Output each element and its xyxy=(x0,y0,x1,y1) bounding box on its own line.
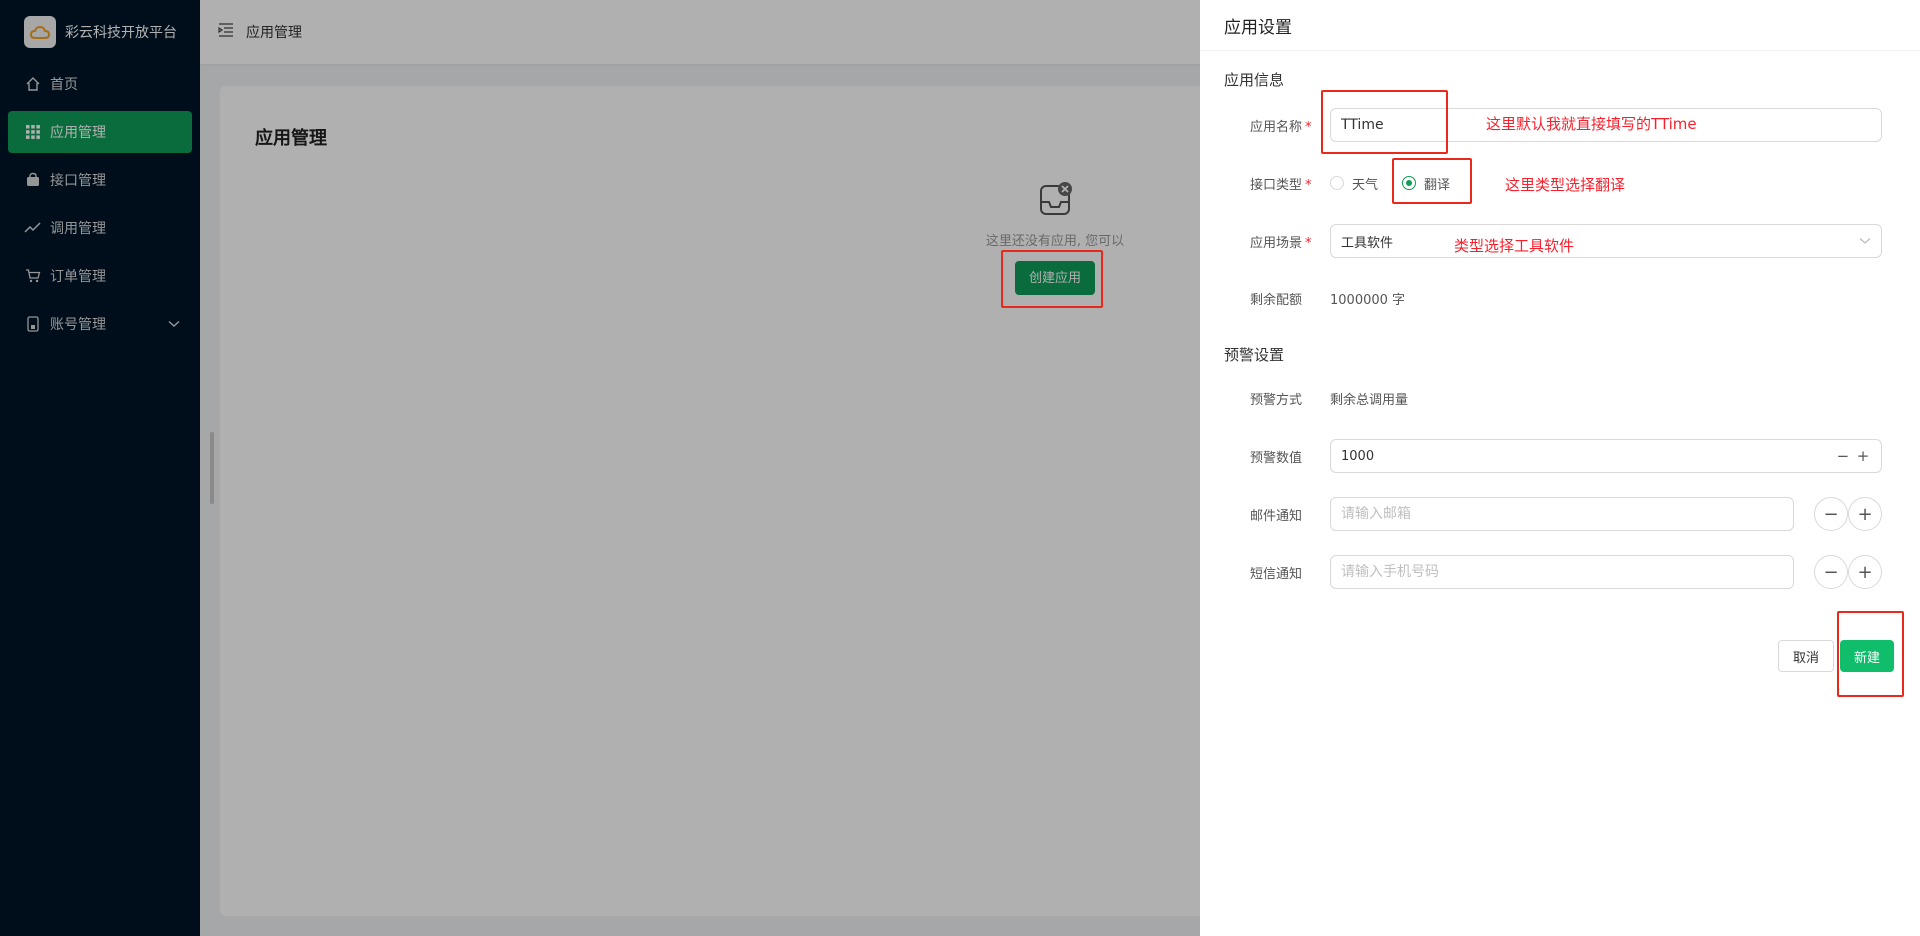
sms-field[interactable] xyxy=(1330,555,1794,589)
sms-row: 短信通知 − + xyxy=(1224,555,1896,589)
annotation-box-type xyxy=(1392,158,1472,204)
email-input[interactable] xyxy=(1341,506,1783,522)
radio-weather[interactable]: 天气 xyxy=(1330,174,1378,193)
cancel-button[interactable]: 取消 xyxy=(1778,640,1835,672)
quota-row: 剩余配额 1000000 字 xyxy=(1224,281,1896,315)
app-name-label: 应用名称 * xyxy=(1250,119,1312,135)
app-scene-label: 应用场景 * xyxy=(1250,235,1312,251)
section-app-info: 应用信息 xyxy=(1224,71,1285,89)
alert-threshold-value: 1000 xyxy=(1341,448,1375,464)
annotation-box-name xyxy=(1321,90,1448,154)
resize-handle[interactable] xyxy=(210,432,214,504)
sms-remove-button[interactable]: − xyxy=(1814,555,1848,589)
annotation-box-create xyxy=(1001,250,1103,308)
sms-label: 短信通知 xyxy=(1250,566,1303,582)
email-label: 邮件通知 xyxy=(1250,508,1303,524)
api-type-label: 接口类型 * xyxy=(1250,177,1312,193)
email-add-button[interactable]: + xyxy=(1848,497,1882,531)
annotation-box-submit xyxy=(1837,611,1904,697)
email-remove-button[interactable]: − xyxy=(1814,497,1848,531)
settings-drawer: 应用设置 应用信息 应用名称* 接口类型* 天气 翻译 应用场景* 工具软件 剩… xyxy=(1200,0,1920,936)
plus-icon[interactable]: + xyxy=(1855,447,1871,465)
sms-add-button[interactable]: + xyxy=(1848,555,1882,589)
quota-label: 剩余配额 xyxy=(1250,292,1303,308)
app-scene-value: 工具软件 xyxy=(1341,235,1394,251)
section-alert: 预警设置 xyxy=(1224,346,1285,364)
email-field[interactable] xyxy=(1330,497,1794,531)
app-scene-select[interactable]: 工具软件 xyxy=(1330,224,1882,258)
modal-overlay[interactable] xyxy=(0,0,1200,936)
alert-threshold-row: 预警数值 1000 − + xyxy=(1224,439,1896,473)
chevron-down-icon xyxy=(1859,234,1871,249)
drawer-title: 应用设置 xyxy=(1200,0,1920,51)
alert-threshold-stepper[interactable]: 1000 − + xyxy=(1330,439,1882,473)
alert-mode-value: 剩余总调用量 xyxy=(1330,392,1409,408)
minus-icon[interactable]: − xyxy=(1835,447,1851,465)
annotation-name-note: 这里默认我就直接填写的TTime xyxy=(1486,115,1697,133)
annotation-type-note: 这里类型选择翻译 xyxy=(1505,176,1626,194)
quota-value: 1000000 字 xyxy=(1330,292,1406,308)
annotation-scene-note: 类型选择工具软件 xyxy=(1454,237,1575,255)
sms-input[interactable] xyxy=(1341,564,1783,580)
alert-mode-row: 预警方式 剩余总调用量 xyxy=(1224,381,1896,415)
alert-threshold-label: 预警数值 xyxy=(1250,450,1303,466)
email-row: 邮件通知 − + xyxy=(1224,497,1896,531)
alert-mode-label: 预警方式 xyxy=(1250,392,1303,408)
